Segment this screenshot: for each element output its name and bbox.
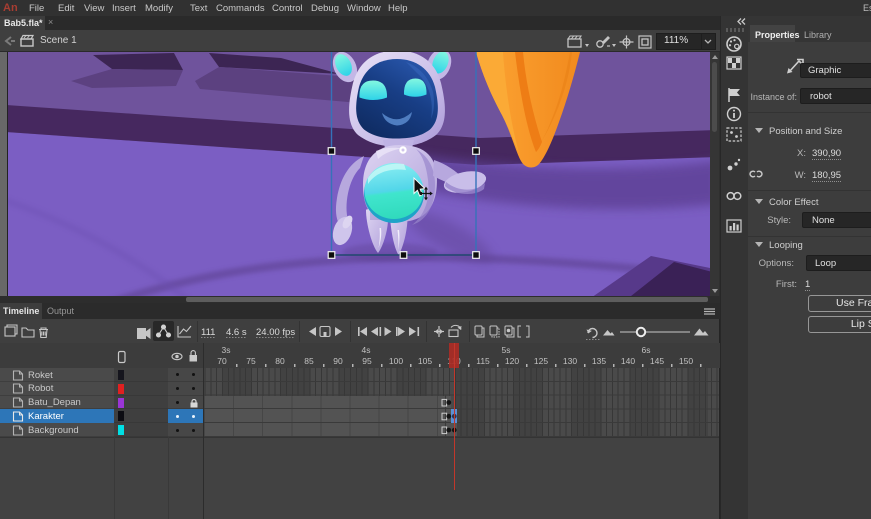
- svg-text:6s: 6s: [642, 345, 651, 355]
- svg-text:135: 135: [592, 356, 606, 366]
- svg-text:125: 125: [534, 356, 548, 366]
- svg-text:5s: 5s: [502, 345, 511, 355]
- svg-text:3s: 3s: [222, 345, 231, 355]
- svg-text:120: 120: [505, 356, 519, 366]
- svg-text:85: 85: [304, 356, 314, 366]
- svg-text:105: 105: [418, 356, 432, 366]
- svg-text:80: 80: [275, 356, 285, 366]
- svg-text:90: 90: [333, 356, 343, 366]
- svg-text:95: 95: [362, 356, 372, 366]
- svg-text:130: 130: [563, 356, 577, 366]
- svg-text:145: 145: [650, 356, 664, 366]
- svg-text:75: 75: [246, 356, 256, 366]
- svg-text:4s: 4s: [362, 345, 371, 355]
- svg-text:70: 70: [217, 356, 227, 366]
- svg-text:24.00 fps: 24.00 fps: [256, 327, 295, 338]
- svg-text:115: 115: [476, 356, 490, 366]
- svg-text:4.6 s: 4.6 s: [226, 327, 247, 338]
- svg-text:140: 140: [621, 356, 635, 366]
- svg-text:100: 100: [389, 356, 403, 366]
- svg-text:150: 150: [679, 356, 693, 366]
- svg-text:111: 111: [201, 327, 215, 338]
